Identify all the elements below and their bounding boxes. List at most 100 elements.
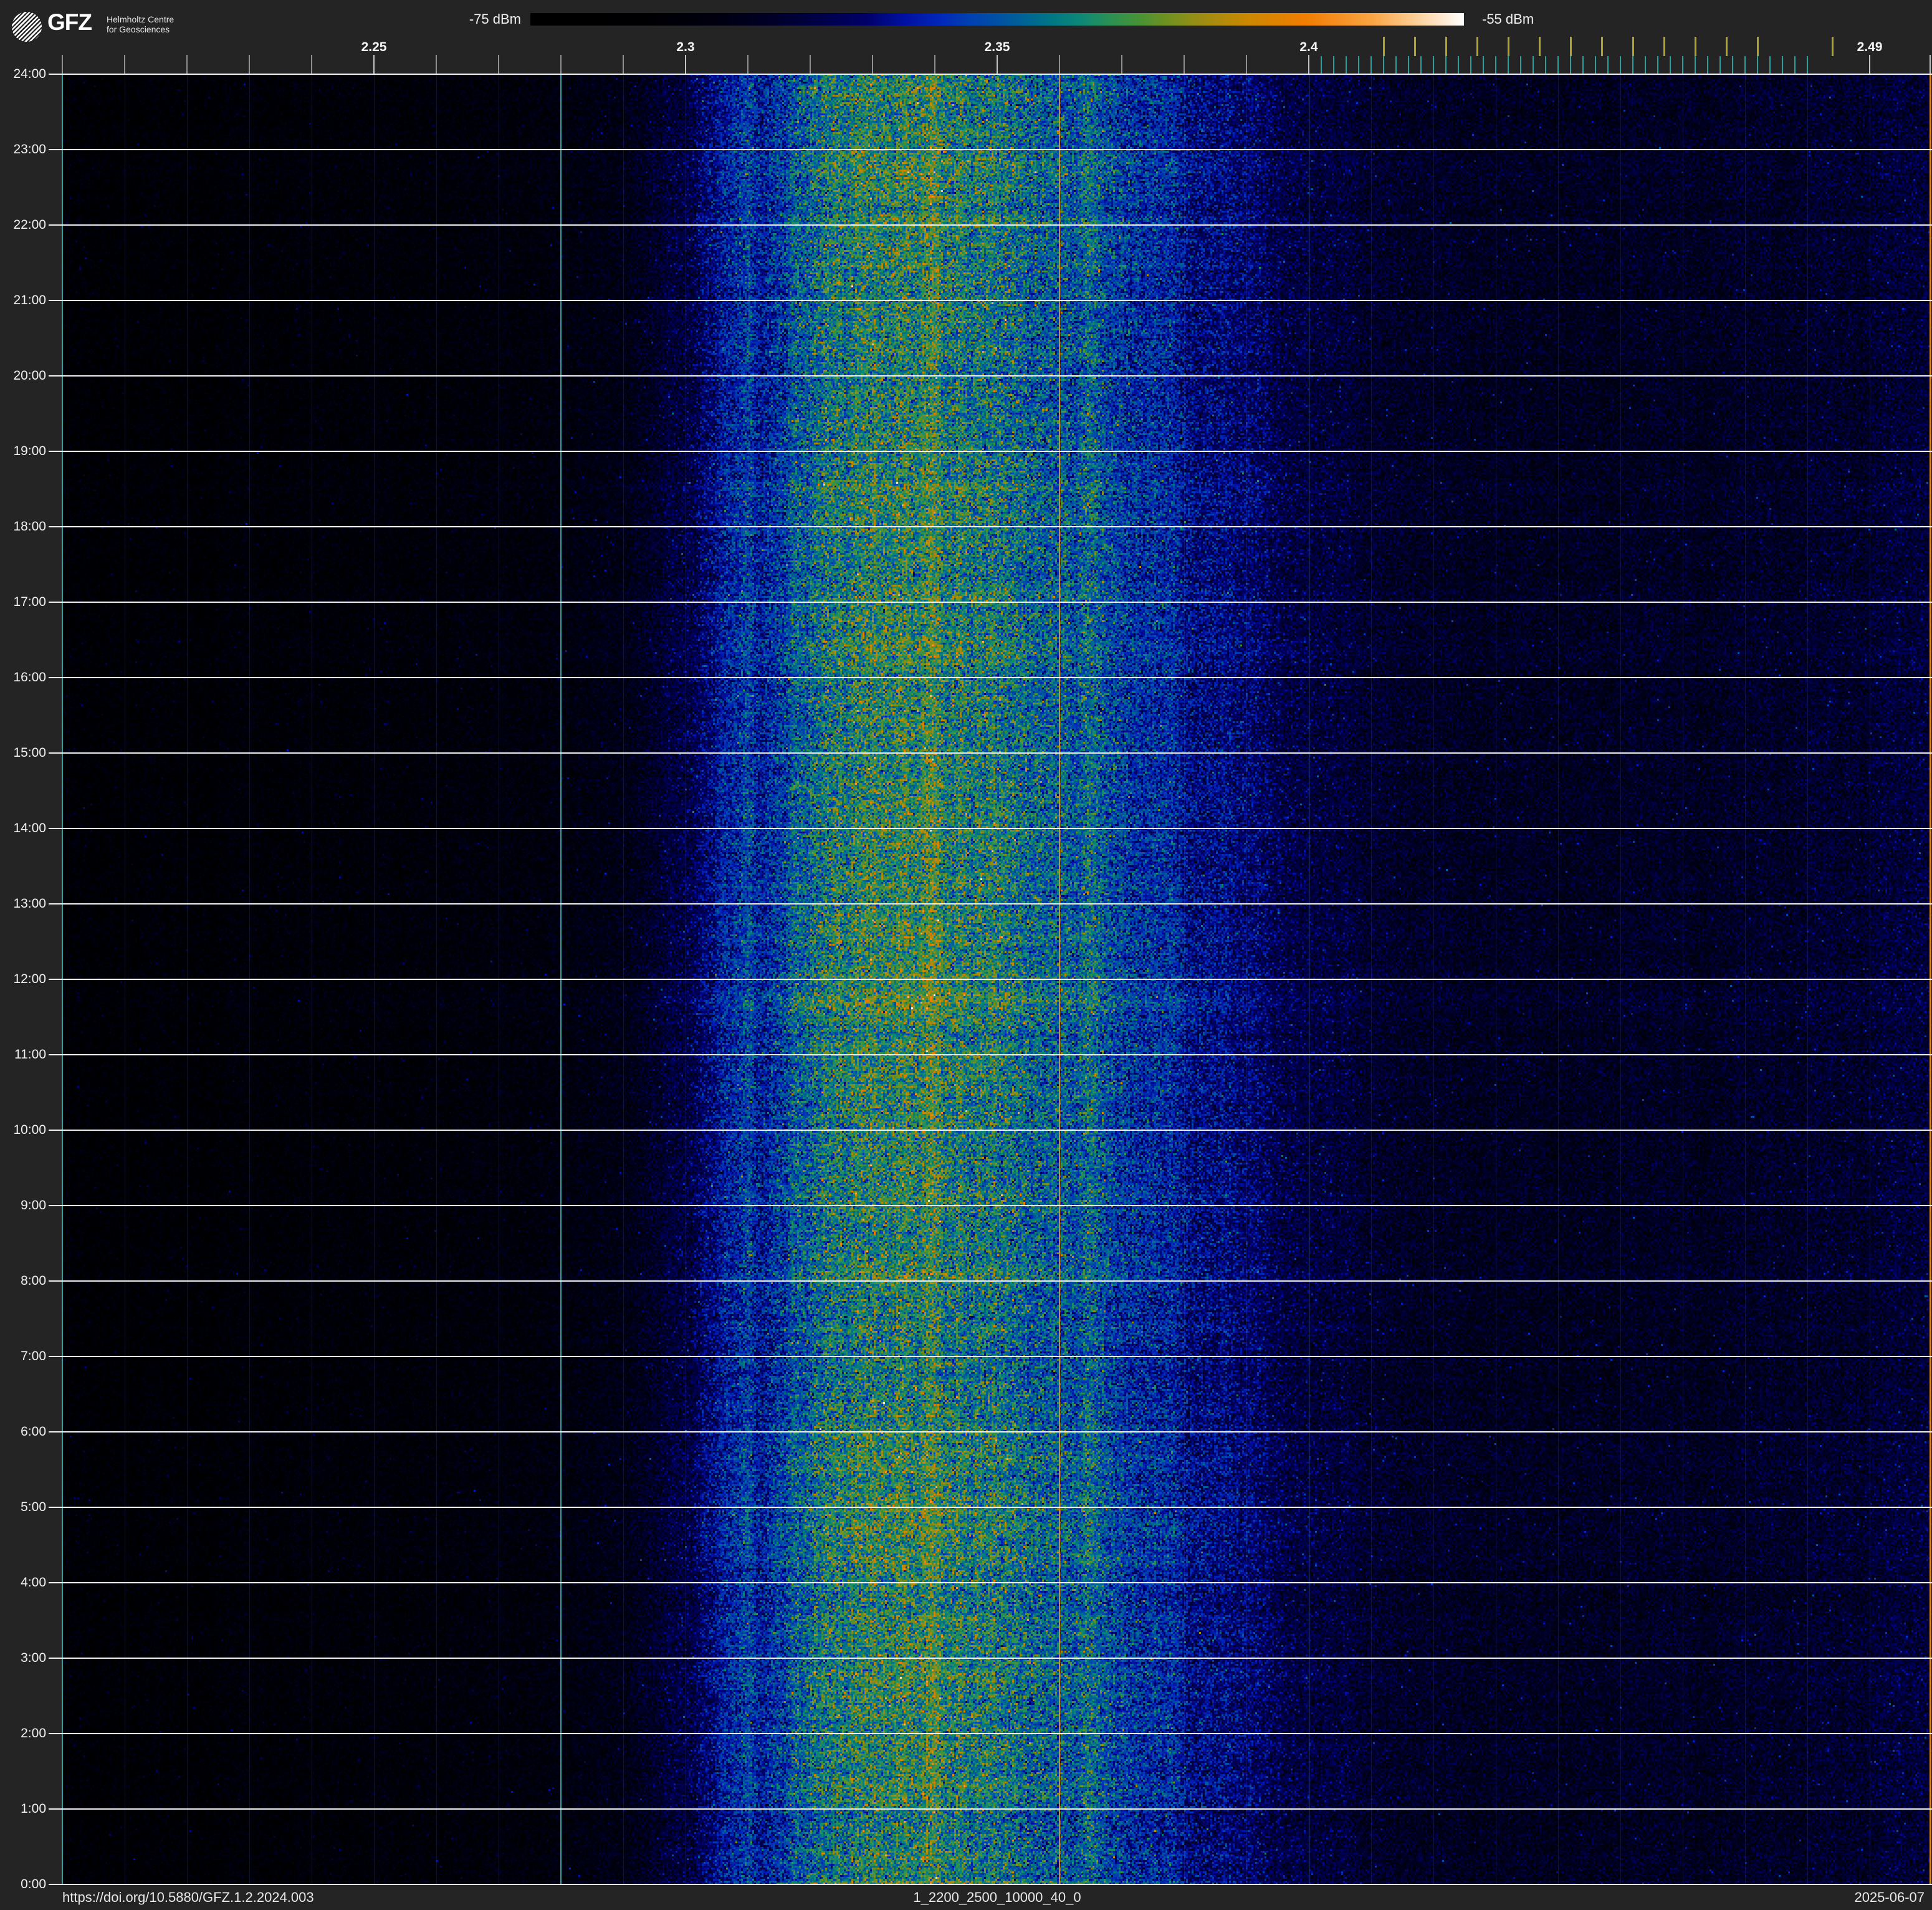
wifi-channel-tick — [1382, 37, 1385, 56]
ble-channel-tick — [1769, 56, 1771, 74]
ble-channel-tick — [1520, 56, 1521, 74]
ble-channel-tick — [1420, 56, 1422, 74]
freq-minor-tick — [249, 55, 250, 74]
ble-channel-tick — [1495, 56, 1496, 74]
ble-channel-tick — [1757, 56, 1758, 74]
freq-major-tick — [685, 55, 686, 74]
ble-channel-tick — [1395, 56, 1397, 74]
hour-gridline — [49, 1658, 1932, 1659]
hour-label: 21:00 — [13, 293, 46, 307]
wifi-channel-tick — [1756, 37, 1759, 56]
hour-gridline — [49, 677, 1932, 678]
wifi-channel-tick — [1632, 37, 1634, 56]
wifi-channel-tick — [1476, 37, 1478, 56]
ble-channel-tick — [1545, 56, 1546, 74]
hour-gridline — [49, 828, 1932, 829]
freq-minor-tick — [560, 55, 562, 74]
hour-gridline — [49, 1130, 1932, 1131]
freq-minor-tick — [124, 55, 125, 74]
freq-tick-label: 2.3 — [676, 40, 695, 54]
wifi-channel-tick — [1538, 37, 1541, 56]
freq-minor-tick — [436, 55, 437, 74]
ble-channel-tick — [1358, 56, 1359, 74]
hour-label: 8:00 — [21, 1274, 46, 1288]
colorbar-max-label: -55 dBm — [1482, 11, 1534, 27]
freq-tick-label: 2.49 — [1857, 40, 1883, 54]
freq-major-tick — [997, 55, 998, 74]
ble-channel-tick — [1458, 56, 1459, 74]
wifi-channel-tick — [1413, 37, 1416, 56]
hour-gridline — [49, 1733, 1932, 1734]
freq-minor-tick — [311, 55, 312, 74]
wifi-channel-tick — [1600, 37, 1603, 56]
freq-minor-tick — [1246, 55, 1247, 74]
freq-major-tick — [1308, 55, 1309, 74]
hour-label: 1:00 — [21, 1802, 46, 1816]
hour-label: 9:00 — [21, 1198, 46, 1212]
brand-subtitle-line1: Helmholtz Centre — [107, 14, 175, 24]
ble-channel-tick — [1719, 56, 1721, 74]
hour-label: 10:00 — [13, 1123, 46, 1137]
spectrogram-page: GFZ Helmholtz Centre for Geosciences -75… — [0, 0, 1932, 1910]
hour-gridline — [49, 1280, 1932, 1282]
ble-channel-tick — [1657, 56, 1658, 74]
hour-gridline — [49, 224, 1932, 226]
ble-channel-tick — [1782, 56, 1783, 74]
hour-label: 7:00 — [21, 1349, 46, 1363]
wifi-channel-tick — [1725, 37, 1728, 56]
brand-subtitle-line2: for Geosciences — [107, 24, 170, 34]
hour-gridline — [49, 375, 1932, 377]
colorbar-gradient — [530, 13, 1464, 26]
freq-major-tick — [373, 55, 375, 74]
freq-minor-tick — [62, 55, 63, 74]
freq-minor-tick — [1121, 55, 1122, 74]
hour-label: 4:00 — [21, 1575, 46, 1590]
hour-gridline — [49, 1582, 1932, 1583]
freq-minor-tick — [872, 55, 873, 74]
freq-minor-tick — [810, 55, 811, 74]
freq-minor-tick — [186, 55, 188, 74]
freq-tick-label: 2.25 — [361, 40, 387, 54]
hour-gridline — [49, 300, 1932, 301]
wifi-channel-tick — [1445, 37, 1447, 56]
gfz-globe-logo-icon — [12, 12, 42, 42]
ble-channel-tick — [1794, 56, 1796, 74]
hour-gridline — [49, 149, 1932, 150]
hour-gridline — [49, 1808, 1932, 1810]
freq-tick-label: 2.4 — [1299, 40, 1318, 54]
ble-channel-tick — [1346, 56, 1347, 74]
hour-label: 13:00 — [13, 896, 46, 911]
ble-channel-tick — [1807, 56, 1808, 74]
hour-label: 5:00 — [21, 1500, 46, 1514]
hour-gridline — [49, 979, 1932, 980]
date-label: 2025-06-07 — [1854, 1889, 1925, 1905]
hour-gridline — [49, 1054, 1932, 1055]
hour-gridline — [49, 74, 1932, 75]
wifi-channel-tick — [1569, 37, 1572, 56]
hour-gridline — [49, 1431, 1932, 1432]
wifi-channel-tick — [1507, 37, 1509, 56]
freq-minor-tick — [1184, 55, 1185, 74]
ble-channel-tick — [1595, 56, 1596, 74]
hour-label: 18:00 — [13, 519, 46, 534]
ble-channel-tick — [1682, 56, 1683, 74]
freq-major-tick — [1869, 55, 1870, 74]
hour-label: 15:00 — [13, 746, 46, 760]
ble-channel-tick — [1321, 56, 1322, 74]
ble-channel-tick — [1508, 56, 1509, 74]
hour-gridline — [49, 1884, 1932, 1885]
ble-channel-tick — [1570, 56, 1571, 74]
doi-link: https://doi.org/10.5880/GFZ.1.2.2024.003 — [62, 1889, 314, 1905]
brand-subtitle: Helmholtz Centre for Geosciences — [107, 14, 175, 34]
hour-gridline — [49, 526, 1932, 527]
ble-channel-tick — [1732, 56, 1733, 74]
hour-label: 20:00 — [13, 368, 46, 383]
colorbar-min-label: -75 dBm — [469, 11, 521, 27]
hour-gridline — [49, 1507, 1932, 1508]
freq-minor-tick — [1059, 55, 1060, 74]
ble-channel-tick — [1333, 56, 1334, 74]
hour-label: 19:00 — [13, 444, 46, 458]
ble-channel-tick — [1370, 56, 1372, 74]
wifi-channel-tick — [1831, 37, 1834, 56]
wifi-channel-tick — [1663, 37, 1665, 56]
